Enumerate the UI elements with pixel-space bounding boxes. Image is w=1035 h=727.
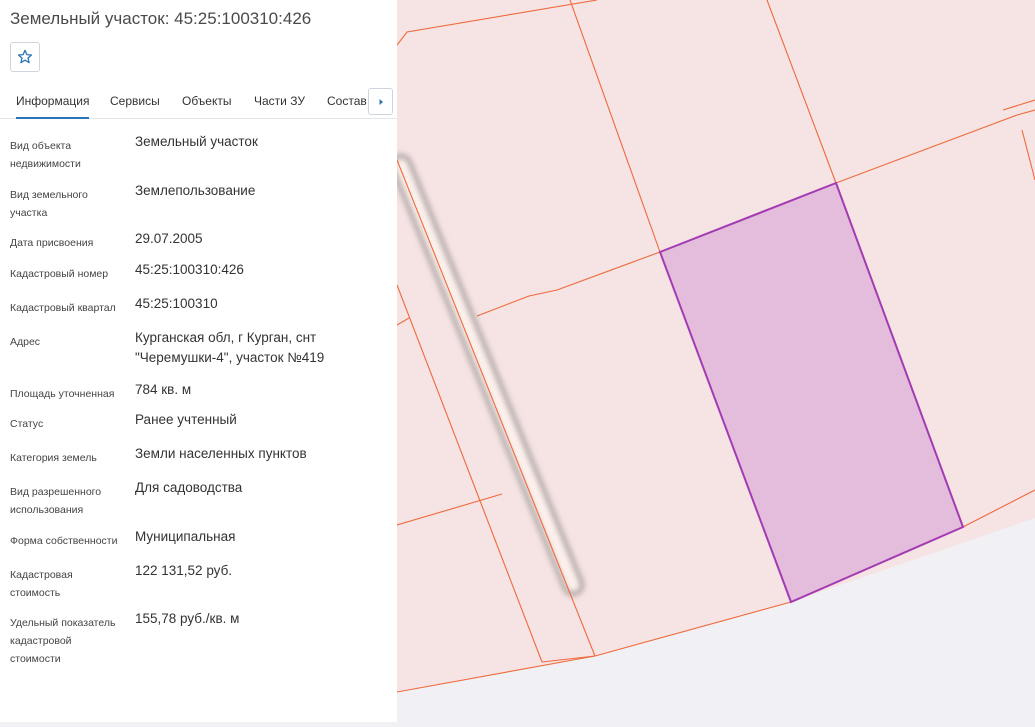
page-title: Земельный участок: 45:25:100310:426: [10, 9, 312, 28]
field-label: Дата присвоения: [10, 237, 94, 249]
field-label: Удельный показатель кадастровой стоимост…: [10, 617, 116, 665]
field-value: 155,78 руб./кв. м: [135, 611, 240, 626]
field-label: Кадастровый номер: [10, 268, 109, 280]
chevron-right-icon: [379, 98, 383, 105]
field-label: Вид земельного участка: [10, 189, 88, 219]
field-value: Землепользование: [135, 183, 256, 198]
field-label: Кадастровая стоимость: [10, 569, 73, 599]
tab-scroll-right-button[interactable]: [368, 88, 393, 115]
field-label: Вид объекта недвижимости: [10, 140, 81, 170]
tab-services[interactable]: Сервисы: [110, 94, 160, 117]
field-value: 45:25:100310:426: [135, 262, 244, 277]
field-value: Земли населенных пунктов: [135, 446, 307, 461]
field-value: 29.07.2005: [135, 231, 203, 246]
field-value: 122 131,52 руб.: [135, 563, 233, 578]
field-label: Адрес: [10, 336, 41, 348]
field-value: Муниципальная: [135, 529, 236, 544]
field-label: Статус: [10, 418, 44, 430]
field-value: Для садоводства: [135, 480, 243, 495]
tab-parts[interactable]: Части ЗУ: [254, 94, 305, 117]
field-value: Земельный участок: [135, 134, 258, 149]
field-label: Форма собственности: [10, 535, 118, 547]
tab-composition[interactable]: Состав: [327, 94, 367, 117]
field-label: Вид разрешенного использования: [10, 486, 102, 516]
field-value: Курганская обл, г Курган, снт "Черемушки…: [135, 330, 325, 365]
field-label: Площадь уточненная: [10, 388, 115, 400]
map-canvas[interactable]: [390, 0, 1035, 722]
field-label: Категория земель: [10, 452, 97, 464]
tab-info[interactable]: Информация: [16, 94, 90, 119]
field-value: 45:25:100310: [135, 296, 218, 311]
field-label: Кадастровый квартал: [10, 302, 116, 314]
field-value: Ранее учтенный: [135, 412, 237, 427]
tab-objects[interactable]: Объекты: [182, 94, 232, 117]
favorite-button[interactable]: [10, 42, 40, 72]
field-value: 784 кв. м: [135, 382, 192, 397]
tab-bar: Информация Сервисы Объекты Части ЗУ Сост…: [0, 88, 397, 119]
cadastral-map[interactable]: [390, 0, 1035, 722]
star-icon: [17, 49, 33, 64]
info-panel: Земельный участок: 45:25:100310:426 Инфо…: [0, 0, 397, 722]
